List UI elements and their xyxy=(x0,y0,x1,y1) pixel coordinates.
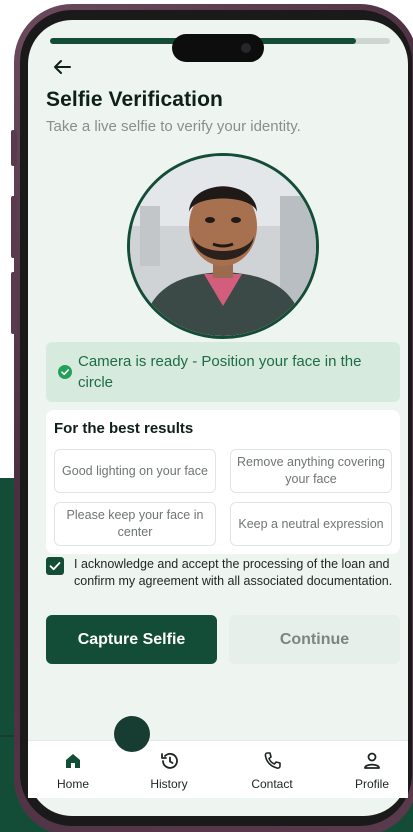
checkmark-icon xyxy=(49,562,61,571)
camera-status-text: Camera is ready - Position your face in … xyxy=(78,353,362,391)
phone-icon xyxy=(264,752,281,769)
continue-button[interactable]: Continue xyxy=(229,615,400,664)
front-camera-lens xyxy=(241,43,251,53)
acknowledge-text: I acknowledge and accept the processing … xyxy=(74,557,393,588)
capture-selfie-button[interactable]: Capture Selfie xyxy=(46,615,217,664)
tips-title: For the best results xyxy=(54,420,194,437)
camera-status-banner: Camera is ready - Position your face in … xyxy=(46,342,400,402)
phone-side-button xyxy=(11,272,17,334)
tip-item: Please keep your face in center xyxy=(54,502,216,546)
selfie-preview xyxy=(127,153,319,339)
home-icon xyxy=(66,754,80,768)
page-title: Selfie Verification xyxy=(46,88,223,111)
nav-label-home: Home xyxy=(56,777,89,791)
page-subtitle: Take a live selfie to verify your identi… xyxy=(46,118,301,135)
tip-item: Remove anything covering your face xyxy=(230,449,392,493)
phone-side-button xyxy=(11,130,17,166)
nav-item-history[interactable]: History xyxy=(134,751,204,791)
nav-item-profile[interactable]: Profile xyxy=(337,751,407,791)
arrow-left-icon xyxy=(54,60,71,74)
back-button[interactable] xyxy=(50,56,76,78)
phone-side-button xyxy=(11,196,17,258)
acknowledge-checkbox[interactable] xyxy=(46,557,64,575)
nav-item-home[interactable]: Home xyxy=(38,751,108,791)
tips-card: For the best results Good lighting on yo… xyxy=(46,410,400,554)
camera-feed-image xyxy=(130,156,316,336)
history-icon xyxy=(161,753,178,769)
nav-label-profile: Profile xyxy=(354,777,389,791)
bottom-nav: Home History Contact Profile xyxy=(28,740,408,798)
profile-icon xyxy=(364,752,380,769)
callout-dot xyxy=(114,716,150,752)
nav-label-history: History xyxy=(150,777,188,791)
tip-item: Keep a neutral expression xyxy=(230,502,392,546)
nav-item-contact[interactable]: Contact xyxy=(237,751,307,791)
nav-label-contact: Contact xyxy=(251,777,293,791)
check-circle-icon xyxy=(58,365,72,379)
tip-item: Good lighting on your face xyxy=(54,449,216,493)
